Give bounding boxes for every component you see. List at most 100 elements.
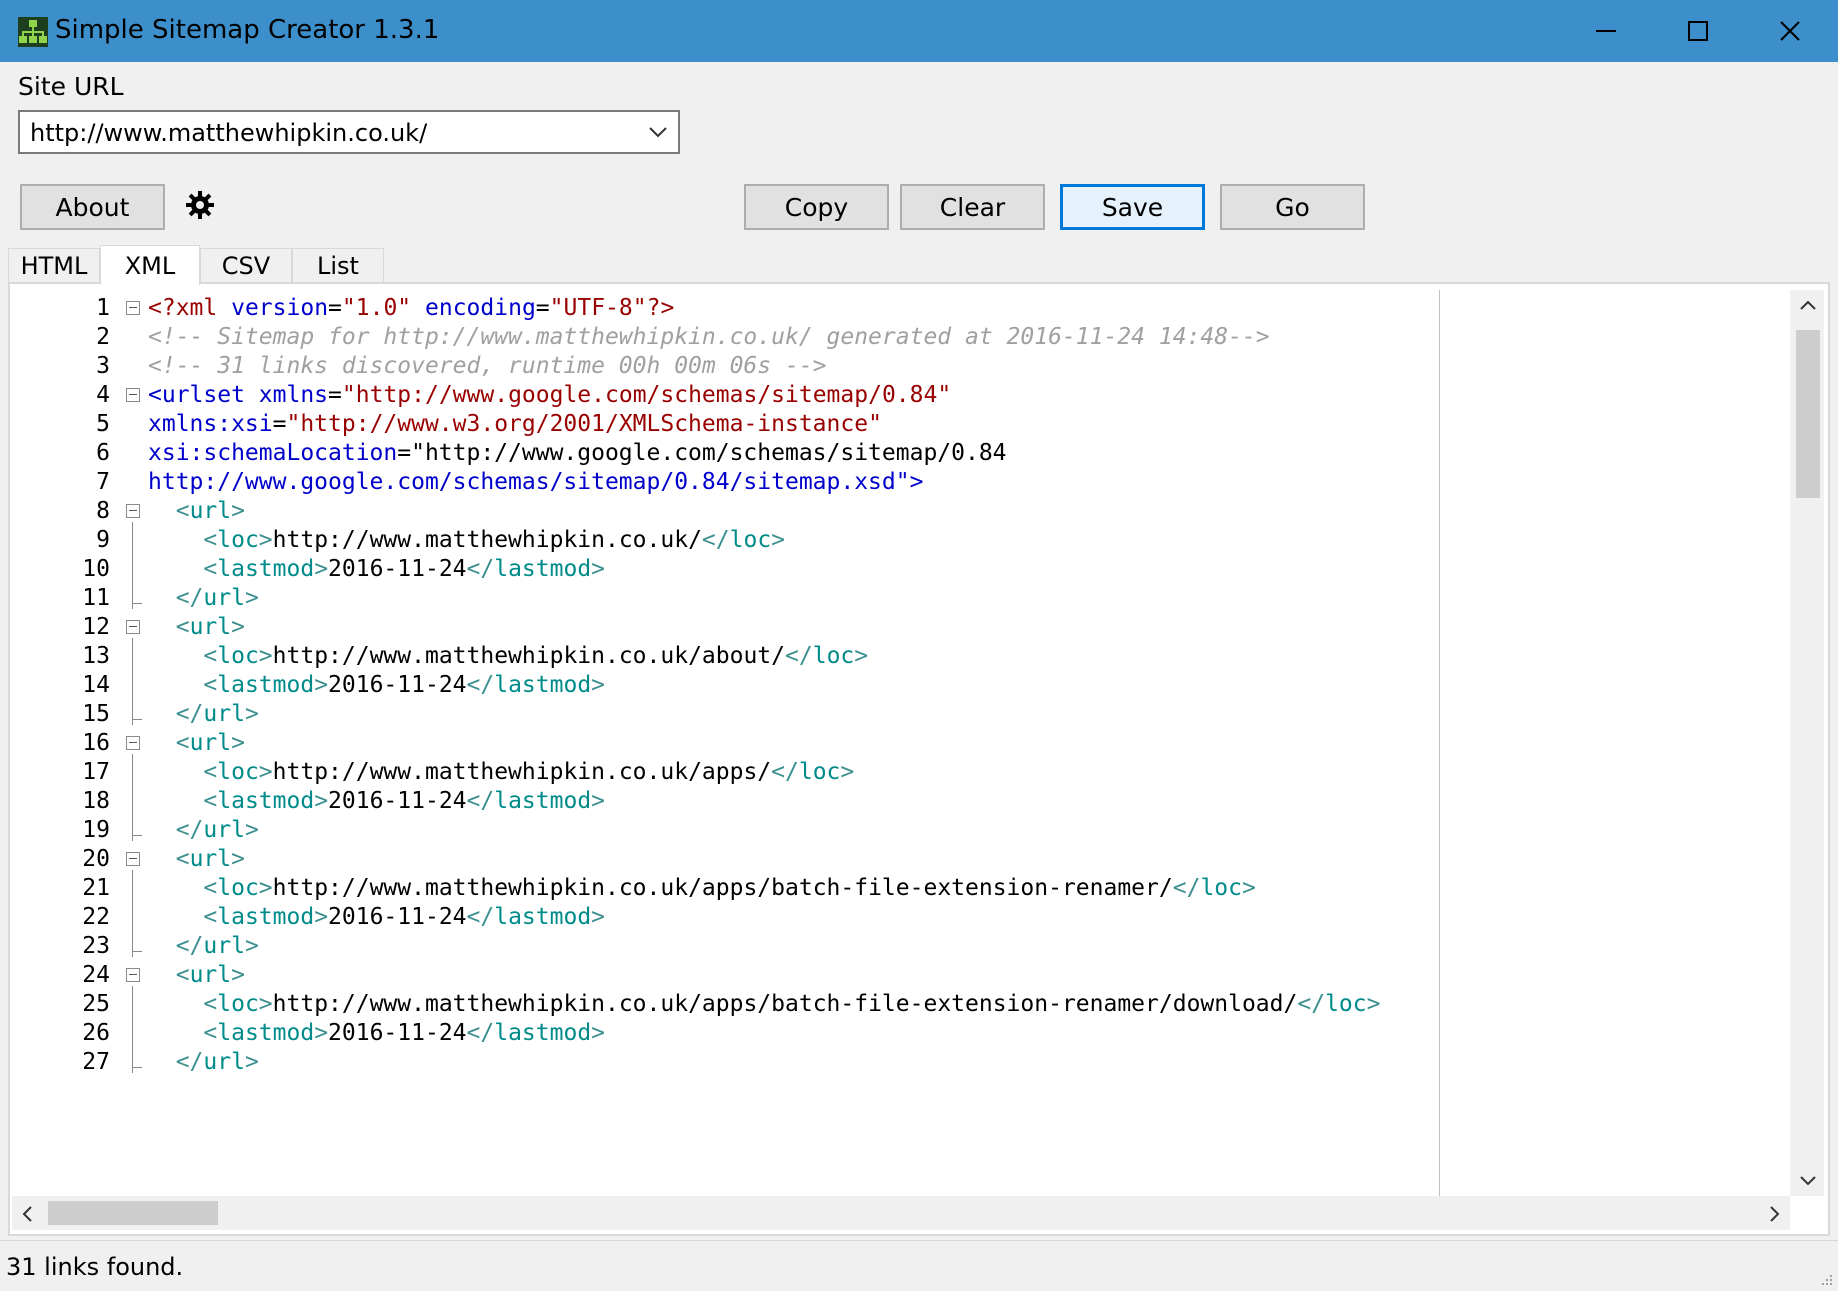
gear-icon[interactable] (185, 190, 215, 220)
go-button[interactable]: Go (1220, 184, 1365, 230)
code-text: </url> (175, 585, 259, 611)
horizontal-scroll-thumb[interactable] (48, 1201, 218, 1225)
line-number: 2 (96, 324, 110, 350)
fold-guide (132, 899, 133, 928)
fold-end-marker (132, 835, 142, 836)
window-title: Simple Sitemap Creator 1.3.1 (55, 15, 440, 45)
line-number: 23 (82, 933, 110, 959)
editor-line[interactable]: 27 </url> (12, 1044, 1790, 1078)
code-text: <?xml version="1.0" encoding="UTF-8"?> (148, 295, 675, 321)
resize-grip-icon[interactable] (1818, 1271, 1834, 1287)
code-text: <loc>http://www.matthewhipkin.co.uk/apps… (203, 991, 1381, 1017)
minimize-button[interactable] (1560, 0, 1652, 62)
fold-end-marker (132, 603, 142, 604)
code-text: <!-- Sitemap for http://www.matthewhipki… (148, 324, 1270, 350)
line-number: 10 (82, 556, 110, 582)
line-number: 16 (82, 730, 110, 756)
fold-guide (132, 870, 133, 899)
line-number: 13 (82, 643, 110, 669)
line-number: 5 (96, 411, 110, 437)
code-text: </url> (175, 933, 259, 959)
fold-toggle-icon[interactable] (126, 301, 140, 315)
code-text: <loc>http://www.matthewhipkin.co.uk/apps… (203, 759, 855, 785)
vertical-scroll-thumb[interactable] (1796, 330, 1820, 498)
vertical-scrollbar[interactable] (1790, 290, 1824, 1196)
code-text: <!-- 31 links discovered, runtime 00h 00… (148, 353, 827, 379)
about-button[interactable]: About (20, 184, 165, 230)
line-number: 22 (82, 904, 110, 930)
code-text: <loc>http://www.matthewhipkin.co.uk/abou… (203, 643, 869, 669)
fold-toggle-icon[interactable] (126, 968, 140, 982)
code-text: <url> (175, 962, 245, 988)
code-text: </url> (175, 701, 259, 727)
fold-guide (132, 986, 133, 1015)
line-number: 14 (82, 672, 110, 698)
code-text: <lastmod>2016-11-24</lastmod> (203, 672, 606, 698)
code-text: <url> (175, 846, 245, 872)
code-text: <lastmod>2016-11-24</lastmod> (203, 788, 606, 814)
code-text: </url> (175, 1049, 259, 1075)
horizontal-scrollbar[interactable] (12, 1196, 1790, 1230)
close-button[interactable] (1744, 0, 1836, 62)
fold-toggle-icon[interactable] (126, 852, 140, 866)
line-number: 7 (96, 469, 110, 495)
fold-guide (132, 754, 133, 783)
xml-editor[interactable]: 1 <?xml version="1.0" encoding="UTF-8"?> 2… (12, 290, 1790, 1196)
line-number: 20 (82, 846, 110, 872)
code-text: <lastmod>2016-11-24</lastmod> (203, 904, 606, 930)
code-text: xmlns:xsi="http://www.w3.org/2001/XMLSch… (148, 411, 882, 437)
tab-xml[interactable]: XML (100, 245, 200, 285)
fold-guide (132, 1044, 133, 1073)
line-number: 9 (96, 527, 110, 553)
fold-guide (132, 667, 133, 696)
title-bar: Simple Sitemap Creator 1.3.1 (0, 0, 1838, 62)
line-number: 12 (82, 614, 110, 640)
line-number: 8 (96, 498, 110, 524)
code-text: <url> (175, 498, 245, 524)
fold-toggle-icon[interactable] (126, 620, 140, 634)
site-url-combobox[interactable]: http://www.matthewhipkin.co.uk/ (18, 110, 680, 154)
fold-guide (132, 1015, 133, 1044)
fold-guide (132, 928, 133, 957)
fold-toggle-icon[interactable] (126, 388, 140, 402)
fold-guide (132, 551, 133, 580)
line-number: 18 (82, 788, 110, 814)
scroll-down-icon[interactable] (1799, 1174, 1817, 1188)
site-url-label: Site URL (18, 72, 124, 101)
fold-guide (132, 783, 133, 812)
line-number: 26 (82, 1020, 110, 1046)
close-icon (1780, 21, 1800, 41)
line-number: 11 (82, 585, 110, 611)
tab-list[interactable]: List (292, 248, 384, 282)
sitemap-app-icon (18, 17, 48, 47)
fold-guide (132, 580, 133, 609)
fold-toggle-icon[interactable] (126, 736, 140, 750)
line-number: 19 (82, 817, 110, 843)
line-number: 25 (82, 991, 110, 1017)
chevron-down-icon[interactable] (648, 124, 668, 140)
fold-end-marker (132, 1067, 142, 1068)
tab-csv[interactable]: CSV (200, 248, 292, 282)
scroll-left-icon[interactable] (20, 1205, 34, 1223)
line-number: 24 (82, 962, 110, 988)
copy-button[interactable]: Copy (744, 184, 889, 230)
fold-guide (132, 696, 133, 725)
code-text: <urlset xmlns="http://www.google.com/sch… (148, 382, 952, 408)
maximize-button[interactable] (1652, 0, 1744, 62)
fold-toggle-icon[interactable] (126, 504, 140, 518)
tab-html[interactable]: HTML (8, 248, 100, 282)
site-url-value[interactable]: http://www.matthewhipkin.co.uk/ (30, 119, 427, 147)
minimize-icon (1596, 30, 1616, 32)
line-number: 4 (96, 382, 110, 408)
line-number: 17 (82, 759, 110, 785)
clear-button[interactable]: Clear (900, 184, 1045, 230)
scroll-right-icon[interactable] (1768, 1205, 1782, 1223)
code-text: <url> (175, 730, 245, 756)
scroll-up-icon[interactable] (1799, 298, 1817, 312)
line-number: 21 (82, 875, 110, 901)
code-text: http://www.google.com/schemas/sitemap/0.… (148, 469, 924, 495)
fold-end-marker (132, 719, 142, 720)
save-button[interactable]: Save (1060, 184, 1205, 230)
line-number: 27 (82, 1049, 110, 1075)
line-number: 1 (96, 295, 110, 321)
